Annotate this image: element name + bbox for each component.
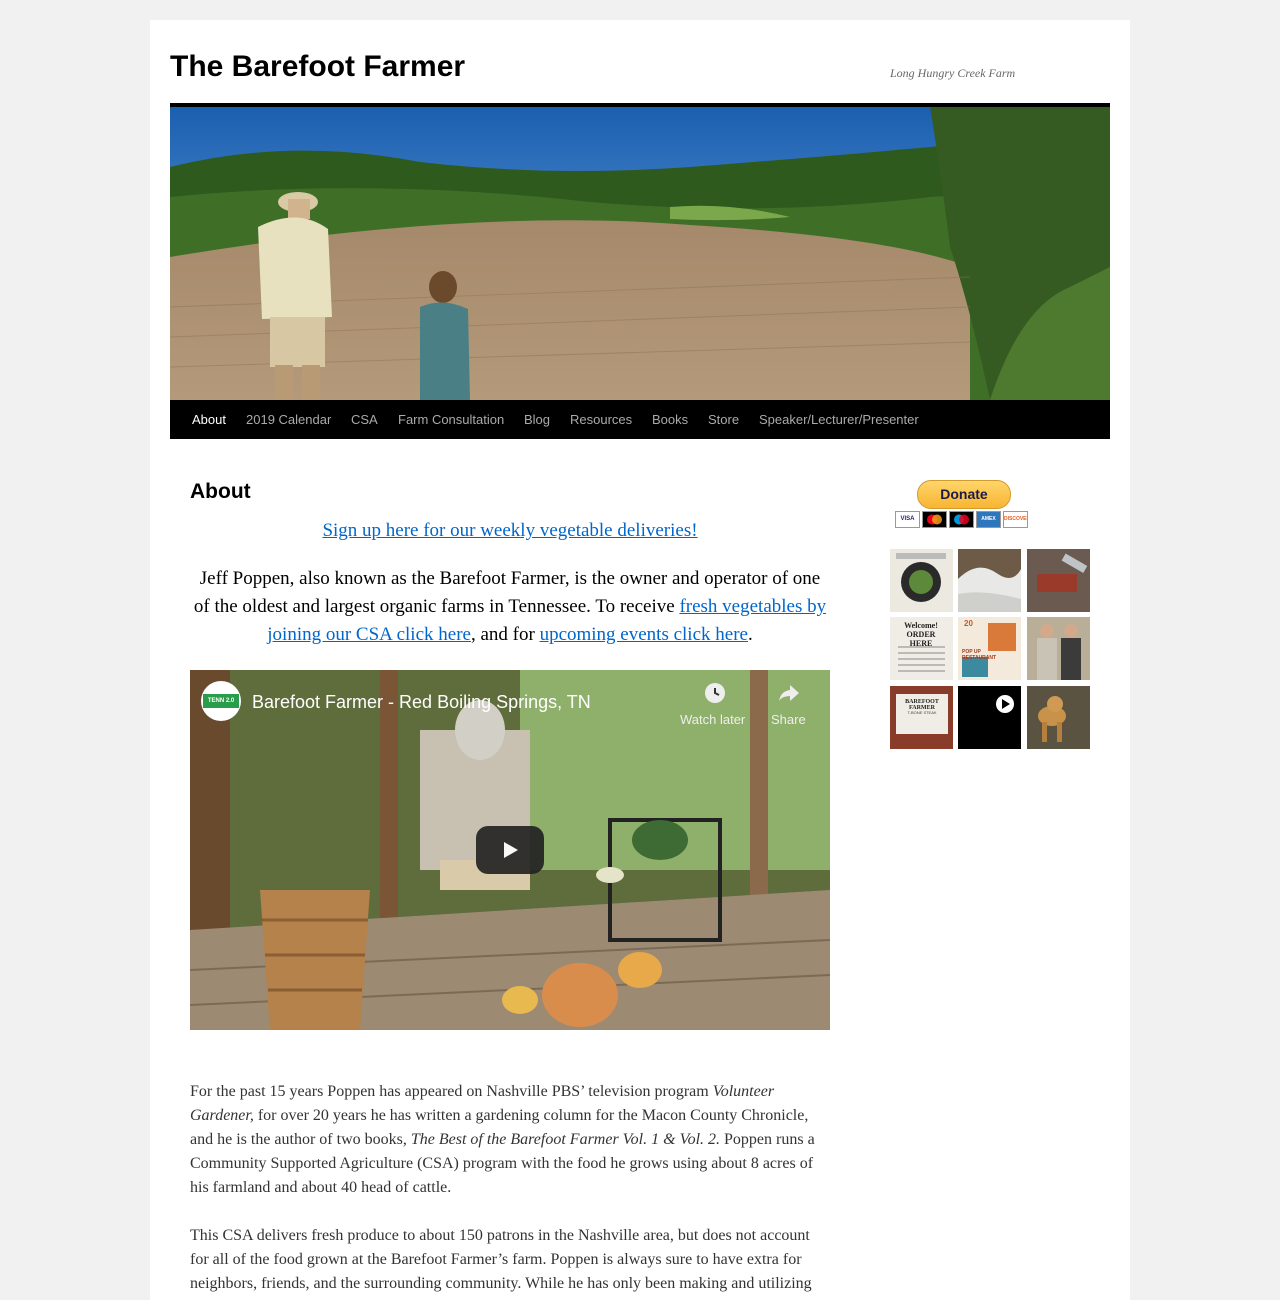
play-icon <box>504 842 518 858</box>
para-emphasis: The Best of the Barefoot Farmer Vol. 1 &… <box>410 1131 721 1148</box>
nav-item-store[interactable]: Store <box>708 400 739 439</box>
header-image <box>170 107 1110 400</box>
para-text: For the past 15 years Poppen has appeare… <box>190 1083 713 1100</box>
visa-card-icon: VISA <box>895 511 920 528</box>
bio-paragraph-1: For the past 15 years Poppen has appeare… <box>190 1080 820 1200</box>
nav-item-2019-calendar[interactable]: 2019 Calendar <box>246 400 331 439</box>
instagram-video-thumb[interactable] <box>958 686 1021 749</box>
nav-item-speaker[interactable]: Speaker/Lecturer/Presenter <box>759 400 919 439</box>
share-icon[interactable] <box>778 683 800 703</box>
channel-badge-label: TENN 2.0 <box>203 694 239 708</box>
share-label[interactable]: Share <box>771 712 806 727</box>
signup-link[interactable]: Sign up here for our weekly vegetable de… <box>322 520 697 541</box>
intro-paragraph: Jeff Poppen, also known as the Barefoot … <box>190 565 830 649</box>
instagram-thumb[interactable]: BAREFOOT FARMER T-BONE STEAK <box>890 686 953 749</box>
page-wrapper: The Barefoot Farmer Long Hungry Creek Fa… <box>150 20 1130 1300</box>
thumb-caption: POP UP RESTAURANT <box>962 649 997 661</box>
discover-card-icon: DISCOVER <box>1003 511 1028 528</box>
instagram-thumb[interactable] <box>1027 617 1090 680</box>
instagram-thumb[interactable]: Welcome! ORDER HERE <box>890 617 953 680</box>
thumb-caption: T-BONE STEAK <box>907 710 937 715</box>
intro-text: . <box>747 624 753 645</box>
page-title: About <box>190 480 251 503</box>
video-embed[interactable]: TENN 2.0 Barefoot Farmer - Red Boiling S… <box>190 670 830 1030</box>
events-link[interactable]: upcoming events click here <box>540 624 748 645</box>
watch-later-label[interactable]: Watch later <box>680 712 745 727</box>
play-button[interactable] <box>476 826 544 874</box>
mastercard-icon <box>922 511 947 528</box>
instagram-thumb[interactable] <box>1027 686 1090 749</box>
video-title[interactable]: Barefoot Farmer - Red Boiling Springs, T… <box>252 692 591 713</box>
nav-item-about[interactable]: About <box>192 400 226 439</box>
nav-item-resources[interactable]: Resources <box>570 400 632 439</box>
nav-item-blog[interactable]: Blog <box>524 400 550 439</box>
nav-item-csa[interactable]: CSA <box>351 400 378 439</box>
site-description: Long Hungry Creek Farm <box>890 66 1016 80</box>
amex-card-icon: AMEX <box>976 511 1001 528</box>
clock-icon[interactable] <box>705 683 725 703</box>
play-icon <box>996 695 1014 713</box>
thumb-caption: 20 <box>964 619 973 628</box>
instagram-thumb[interactable]: 20 POP UP RESTAURANT <box>958 617 1021 680</box>
instagram-thumb[interactable] <box>890 549 953 612</box>
donate-button[interactable]: Donate <box>917 480 1011 509</box>
instagram-thumb[interactable] <box>1027 549 1090 612</box>
nav-item-books[interactable]: Books <box>652 400 688 439</box>
signup-line: Sign up here for our weekly vegetable de… <box>190 519 830 543</box>
nav-item-farm-consultation[interactable]: Farm Consultation <box>398 400 504 439</box>
site-title[interactable]: The Barefoot Farmer <box>170 50 465 84</box>
maestro-card-icon <box>949 511 974 528</box>
bio-paragraph-2: This CSA delivers fresh produce to about… <box>190 1227 812 1292</box>
intro-text: , and for <box>470 624 540 645</box>
instagram-thumb[interactable] <box>958 549 1021 612</box>
video-channel-badge[interactable]: TENN 2.0 <box>201 681 241 721</box>
main-nav: About 2019 Calendar CSA Farm Consultatio… <box>170 400 1110 439</box>
